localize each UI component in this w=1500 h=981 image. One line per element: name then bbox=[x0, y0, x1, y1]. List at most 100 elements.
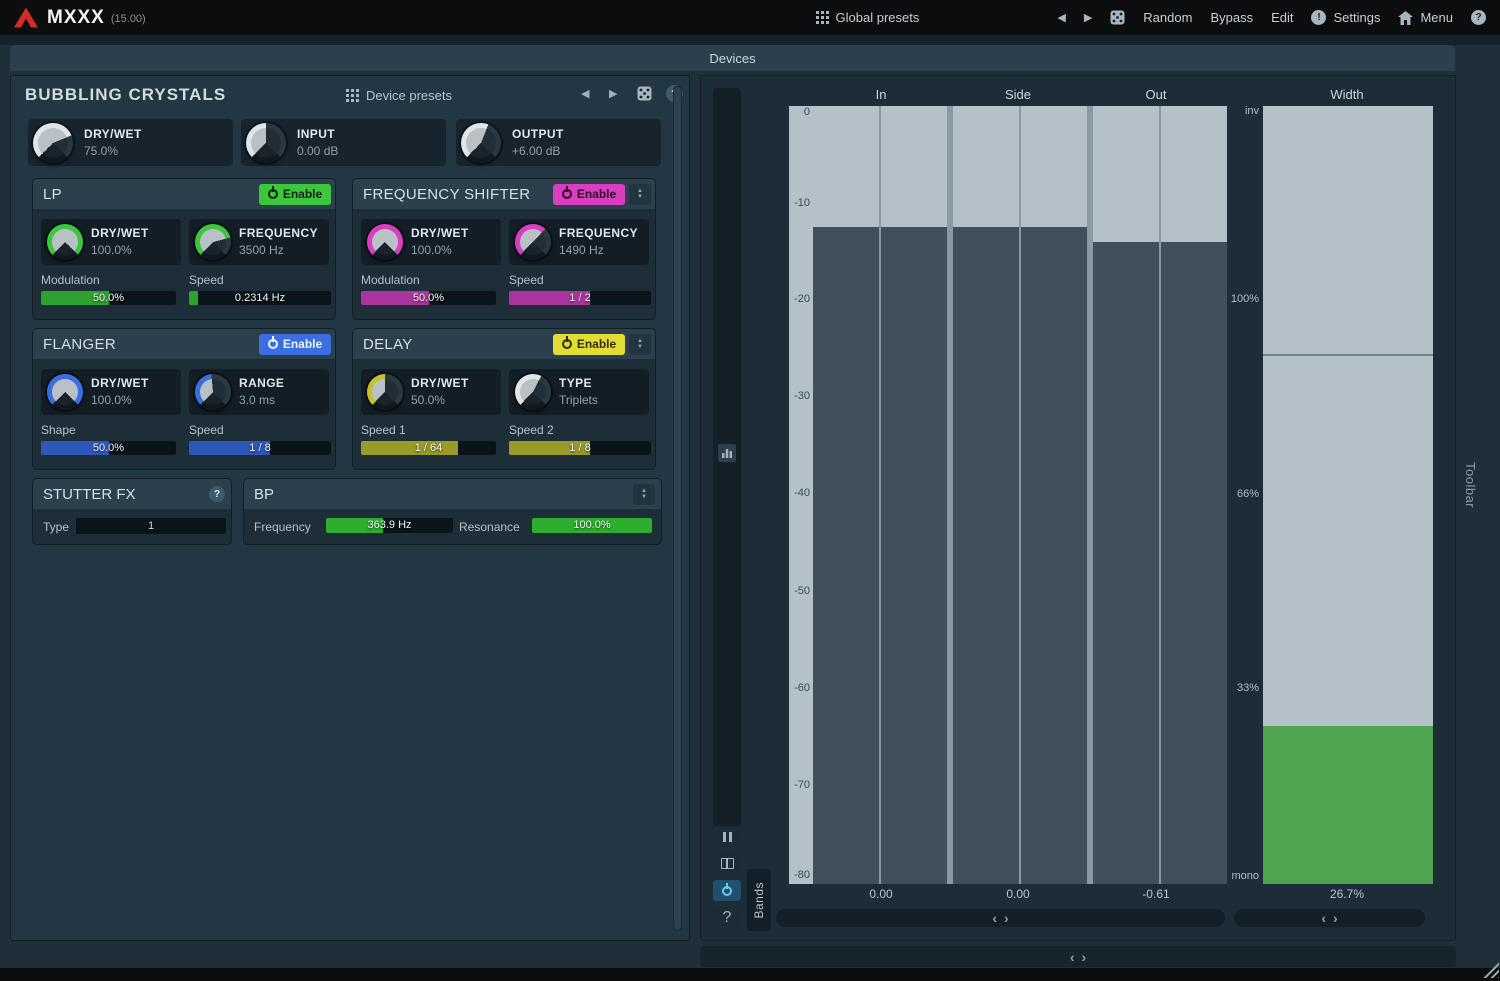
knob-face bbox=[251, 128, 281, 158]
randomize-dice-icon[interactable] bbox=[1110, 10, 1125, 25]
tab-devices[interactable]: Devices bbox=[10, 45, 1455, 71]
knob-face bbox=[520, 379, 546, 405]
dry-wet-knob[interactable] bbox=[367, 374, 403, 410]
module-spinner[interactable]: ▲▼ bbox=[629, 184, 651, 205]
master-dry-wet[interactable]: DRY/WET 75.0% bbox=[28, 119, 233, 166]
speed1-bar[interactable]: 1 / 64 bbox=[361, 441, 496, 455]
dry-wet-knob[interactable] bbox=[47, 224, 83, 260]
meter-power-button[interactable] bbox=[713, 880, 741, 901]
master-output[interactable]: OUTPUT +6.00 dB bbox=[456, 119, 661, 166]
speed2-bar[interactable]: 1 / 8 bbox=[509, 441, 651, 455]
resonance-bar[interactable]: 100.0% bbox=[532, 518, 652, 533]
enable-button[interactable]: Enable bbox=[553, 184, 625, 205]
pause-button[interactable] bbox=[713, 826, 741, 847]
db-tick: -60 bbox=[789, 681, 810, 695]
frequency-knob-group[interactable]: FREQUENCY 1490 Hz bbox=[509, 219, 649, 265]
speed-bar[interactable]: 1 / 8 bbox=[189, 441, 331, 455]
scroll-left-icon[interactable]: ‹ bbox=[992, 911, 997, 925]
output-knob[interactable] bbox=[461, 123, 501, 163]
width-meter-fill bbox=[1263, 726, 1433, 884]
prev-preset-button[interactable]: ◀ bbox=[1057, 11, 1065, 24]
random-button[interactable]: Random bbox=[1143, 10, 1192, 25]
modulation-bar[interactable]: 50.0% bbox=[41, 291, 176, 305]
modulation-bar[interactable]: 50.0% bbox=[361, 291, 496, 305]
enable-button[interactable]: Enable bbox=[259, 334, 331, 355]
knob-value: 3500 Hz bbox=[239, 243, 284, 257]
scroll-left-icon[interactable]: ‹ bbox=[1321, 911, 1326, 925]
bypass-button[interactable]: Bypass bbox=[1210, 10, 1253, 25]
enable-button[interactable]: Enable bbox=[259, 184, 331, 205]
frequency-knob[interactable] bbox=[515, 224, 551, 260]
module-lp: LP Enable DRY/WET 100.0% FREQUENCY 3500 … bbox=[33, 179, 335, 319]
master-input[interactable]: INPUT 0.00 dB bbox=[241, 119, 446, 166]
dry-wet-knob-group[interactable]: DRY/WET 50.0% bbox=[361, 369, 501, 415]
bar-value: 50.0% bbox=[361, 291, 496, 305]
help-icon[interactable]: ? bbox=[1471, 10, 1486, 25]
dry-wet-knob[interactable] bbox=[367, 224, 403, 260]
settings-button[interactable]: ! Settings bbox=[1311, 10, 1380, 25]
range-knob[interactable] bbox=[195, 374, 231, 410]
layout-button[interactable] bbox=[713, 853, 741, 874]
meter-settings-icon[interactable] bbox=[718, 444, 736, 462]
device-title: BUBBLING CRYSTALS bbox=[25, 85, 226, 105]
randomize-dice-icon[interactable] bbox=[637, 86, 652, 101]
speed-bar[interactable]: 0.2314 Hz bbox=[189, 291, 331, 305]
knob-value: 3.0 ms bbox=[239, 393, 275, 407]
tab-bands[interactable]: Bands bbox=[747, 869, 771, 931]
type-knob[interactable] bbox=[515, 374, 551, 410]
titlebar: MXXX (15.00) Global presets ◀ ▶ Random B… bbox=[0, 0, 1500, 35]
dry-wet-knob[interactable] bbox=[47, 374, 83, 410]
meter-panel: In Side Out Width ? Bands 0 -10 -20 -30 … bbox=[700, 75, 1456, 941]
grid-icon bbox=[816, 11, 829, 24]
type-field[interactable]: 1 bbox=[76, 518, 226, 534]
menu-button[interactable]: Menu bbox=[1398, 10, 1453, 25]
scroll-right-icon[interactable]: › bbox=[1333, 911, 1338, 925]
shape-bar[interactable]: 50.0% bbox=[41, 441, 176, 455]
scroll-right-icon[interactable]: › bbox=[1082, 950, 1087, 964]
dry-wet-knob-group[interactable]: DRY/WET 100.0% bbox=[41, 369, 181, 415]
knob-label: DRY/WET bbox=[91, 376, 149, 390]
meter-range-slider[interactable] bbox=[713, 88, 741, 826]
meter-fill bbox=[1093, 242, 1159, 884]
bar-label: Speed bbox=[509, 273, 544, 287]
frequency-knob-group[interactable]: FREQUENCY 3500 Hz bbox=[189, 219, 329, 265]
input-knob[interactable] bbox=[246, 123, 286, 163]
knob-label: TYPE bbox=[559, 376, 592, 390]
module-spinner[interactable]: ▲▼ bbox=[629, 334, 651, 355]
dry-wet-knob-group[interactable]: DRY/WET 100.0% bbox=[361, 219, 501, 265]
frequency-knob[interactable] bbox=[195, 224, 231, 260]
meter-header-in: In bbox=[831, 87, 931, 102]
device-panel-scrollbar[interactable] bbox=[673, 86, 682, 931]
width-scrollbar[interactable]: ‹ › bbox=[1234, 909, 1425, 927]
prev-device-preset-button[interactable]: ◀ bbox=[581, 87, 589, 100]
meter-help-button[interactable]: ? bbox=[713, 907, 741, 928]
frequency-bar[interactable]: 363.9 Hz bbox=[326, 518, 453, 533]
next-device-preset-button[interactable]: ▶ bbox=[609, 87, 617, 100]
type-knob-group[interactable]: TYPE Triplets bbox=[509, 369, 649, 415]
module-header: FREQUENCY SHIFTER Enable ▲▼ bbox=[353, 179, 655, 209]
pause-icon bbox=[723, 832, 732, 842]
toolbar-tab[interactable]: Toolbar bbox=[1463, 462, 1478, 508]
speed-bar[interactable]: 1 / 2 bbox=[509, 291, 651, 305]
knob-face bbox=[372, 379, 398, 405]
scroll-right-icon[interactable]: › bbox=[1004, 911, 1009, 925]
enable-button[interactable]: Enable bbox=[553, 334, 625, 355]
edit-button[interactable]: Edit bbox=[1271, 10, 1293, 25]
bottom-scrollbar[interactable]: ‹ › bbox=[700, 946, 1456, 967]
range-knob-group[interactable]: RANGE 3.0 ms bbox=[189, 369, 329, 415]
module-spinner[interactable]: ▲▼ bbox=[633, 484, 655, 505]
dry-wet-knob-group[interactable]: DRY/WET 100.0% bbox=[41, 219, 181, 265]
next-preset-button[interactable]: ▶ bbox=[1084, 11, 1092, 24]
scroll-left-icon[interactable]: ‹ bbox=[1070, 950, 1075, 964]
bar-label: Modulation bbox=[41, 273, 100, 287]
scrollbar-thumb[interactable] bbox=[674, 87, 681, 930]
bar-value: 1 / 8 bbox=[509, 441, 651, 455]
device-presets-button[interactable]: Device presets bbox=[346, 88, 452, 103]
stutter-help-icon[interactable]: ? bbox=[209, 486, 225, 502]
module-title: DELAY bbox=[363, 336, 553, 353]
dry-wet-knob[interactable] bbox=[33, 123, 73, 163]
bar-value: 0.2314 Hz bbox=[189, 291, 331, 305]
meter-scrollbar[interactable]: ‹ › bbox=[776, 909, 1225, 927]
global-presets-button[interactable]: Global presets bbox=[816, 10, 920, 25]
bar-label: Speed 1 bbox=[361, 423, 406, 437]
